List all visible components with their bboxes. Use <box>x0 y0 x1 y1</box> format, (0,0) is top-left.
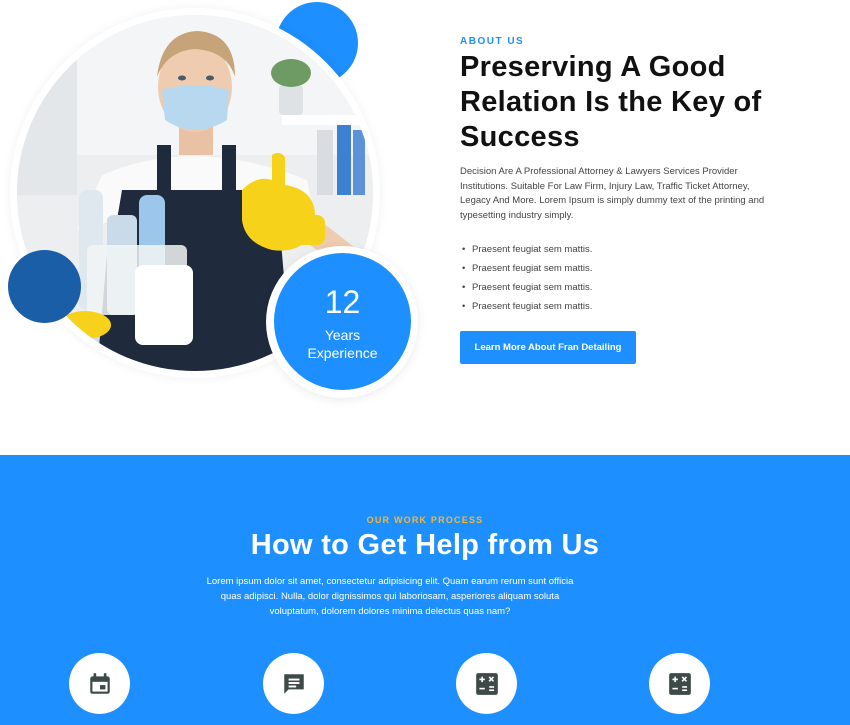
about-description: Decision Are A Professional Attorney & L… <box>460 166 765 221</box>
feature-list: Praesent feugiat sem mattis. Praesent fe… <box>462 240 592 316</box>
step-3-button[interactable] <box>456 653 517 714</box>
learn-more-button[interactable]: Learn More About Fran Detailing <box>460 331 636 364</box>
feature-list-item: Praesent feugiat sem mattis. <box>462 278 592 297</box>
step-4-button[interactable] <box>649 653 710 714</box>
step-1-button[interactable] <box>69 653 130 714</box>
work-process-section: OUR WORK PROCESS How to Get Help from Us… <box>0 455 850 725</box>
process-description: Lorem ipsum dolor sit amet, consectetur … <box>206 576 574 617</box>
step-2-button[interactable] <box>263 653 324 714</box>
experience-number: 12 <box>324 284 361 320</box>
about-title: Preserving A Good Relation Is the Key of… <box>460 51 762 153</box>
chat-icon <box>283 673 304 694</box>
about-kicker: ABOUT US <box>460 36 525 47</box>
process-kicker: OUR WORK PROCESS <box>366 515 484 525</box>
calculator-icon <box>668 672 691 695</box>
feature-list-item: Praesent feugiat sem mattis. <box>462 297 592 316</box>
process-title: How to Get Help from Us <box>250 529 600 561</box>
experience-label: Years Experience <box>307 327 378 361</box>
calculator-icon <box>475 672 498 695</box>
feature-list-item: Praesent feugiat sem mattis. <box>462 259 592 278</box>
feature-list-item: Praesent feugiat sem mattis. <box>462 240 592 259</box>
calendar-icon <box>89 672 110 694</box>
experience-badge: 12 Years Experience <box>274 253 411 390</box>
about-section: 12 Years Experience ABOUT US Preserving … <box>0 0 850 455</box>
decorative-circle-navy <box>8 250 81 323</box>
